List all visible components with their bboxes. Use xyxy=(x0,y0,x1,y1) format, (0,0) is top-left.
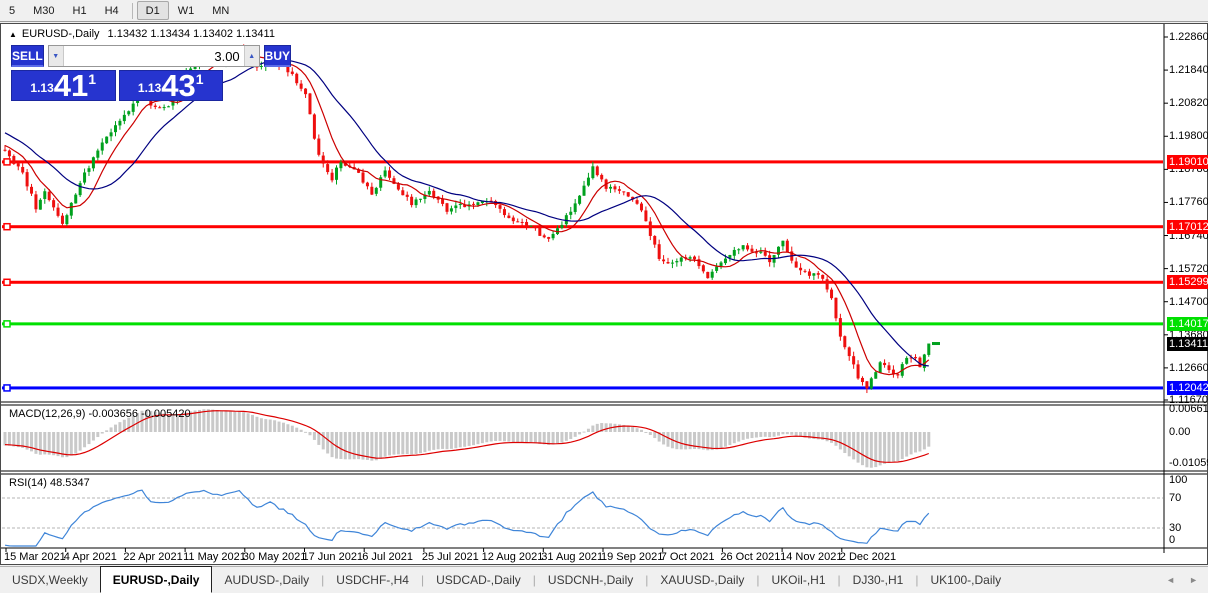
rsi-value: 48.5347 xyxy=(49,477,90,489)
one-click-trading-panel: SELL ▼ ▲ BUY 1.13411 1.13431 xyxy=(11,45,292,103)
timeframe-button-5[interactable]: 5 xyxy=(0,1,24,21)
volume-increase-button[interactable]: ▲ xyxy=(243,46,259,66)
date-axis-label: 11 May 2021 xyxy=(183,551,246,563)
buy-price-big: 43 xyxy=(161,68,196,103)
down-arrow-icon: ▼ xyxy=(52,52,60,60)
chart-title: EURUSD-,Daily xyxy=(21,28,100,40)
chart-tab[interactable]: UK100-,Daily xyxy=(918,569,1013,591)
volume-spinner: ▼ ▲ xyxy=(47,45,260,67)
current-price-tag: 1.13411 xyxy=(1167,336,1208,351)
macd-axis-label: 0.006611 xyxy=(1169,403,1208,415)
price-axis: 1.22860 1.21840 1.20820 1.19800 1.18780 1.177… xyxy=(1167,24,1208,565)
up-arrow-icon: ▲ xyxy=(248,52,256,60)
price-axis-label: 1.15720 xyxy=(1169,262,1208,275)
date-axis-label: 19 Sep 2021 xyxy=(601,551,664,563)
volume-input[interactable] xyxy=(63,46,244,66)
macd-values: -0.003656 -0.005420 xyxy=(88,408,191,420)
chart-tab[interactable]: USDCHF-,H4 xyxy=(324,569,421,591)
chart-tab[interactable]: UKOil-,H1 xyxy=(760,569,838,591)
sell-price-prefix: 1.13 xyxy=(30,81,54,95)
date-axis-label: 17 Jun 2021 xyxy=(302,551,364,563)
date-axis-label: 4 Apr 2021 xyxy=(63,551,117,563)
chart-tab[interactable]: USDX,Weekly xyxy=(0,569,100,591)
macd-axis-label: 0.00 xyxy=(1169,426,1191,438)
price-axis-label: 1.14700 xyxy=(1169,295,1208,308)
date-axis-label: 26 Oct 2021 xyxy=(720,551,781,563)
date-axis-label: 12 Aug 2021 xyxy=(481,551,544,563)
sell-price-big: 41 xyxy=(53,68,89,103)
timeframe-button-h4[interactable]: H4 xyxy=(96,1,128,21)
timeframe-button-mn[interactable]: MN xyxy=(203,1,238,21)
price-line-tag: 1.19010 xyxy=(1167,154,1208,169)
sell-button[interactable]: SELL xyxy=(11,45,44,67)
tab-scroll-right-icon[interactable]: ► xyxy=(1189,575,1198,585)
date-axis-label: 30 May 2021 xyxy=(242,551,307,563)
chart-tab[interactable]: USDCNH-,Daily xyxy=(536,569,645,591)
date-axis-label: 14 Nov 2021 xyxy=(780,551,843,563)
date-axis-label: 25 Jul 2021 xyxy=(421,551,479,563)
buy-price-box[interactable]: 1.13 43 1 xyxy=(118,68,223,103)
price-line-tag: 1.14017 xyxy=(1167,316,1208,331)
chart-ohlc-header: ▲ EURUSD-,Daily 1.13432 1.13434 1.13402 1.… xyxy=(9,28,275,40)
chart-tab[interactable]: XAUUSD-,Daily xyxy=(648,569,756,591)
timeframe-button-h1[interactable]: H1 xyxy=(64,1,96,21)
price-line-tag: 1.17012 xyxy=(1167,219,1208,234)
toolbar-separator xyxy=(131,2,133,19)
date-axis-label: 2 Dec 2021 xyxy=(839,551,897,563)
rsi-axis-label: 30 xyxy=(1169,522,1182,534)
date-axis-label: 7 Oct 2021 xyxy=(660,551,715,563)
macd-axis-label: -0.010595 xyxy=(1169,457,1208,469)
rsi-axis-label: 100 xyxy=(1169,474,1188,486)
rsi-indicator-label: RSI(14) 48.5347 xyxy=(9,477,90,489)
buy-button[interactable]: BUY xyxy=(263,45,292,67)
macd-indicator-label: MACD(12,26,9) -0.003656 -0.005420 xyxy=(9,408,191,420)
price-line-tag: 1.12042 xyxy=(1167,380,1208,395)
chart-tab[interactable]: USDCAD-,Daily xyxy=(424,569,533,591)
chart-tab-bar: USDX,Weekly EURUSD-,Daily AUDUSD-,Daily | US… xyxy=(0,566,1208,593)
price-axis-label: 1.22860 xyxy=(1169,31,1208,43)
timeframe-button-d1[interactable]: D1 xyxy=(136,1,169,20)
tab-scroll-left-icon[interactable]: ◄ xyxy=(1166,575,1175,585)
chart-quotes: 1.13432 1.13434 1.13402 1.13411 xyxy=(107,28,275,40)
date-axis-label: 15 Mar 2021 xyxy=(4,551,66,563)
timeframe-toolbar: 5 M30 H1 H4 D1 W1 MN xyxy=(0,0,1208,22)
chart-window: ▲ EURUSD-,Daily 1.13432 1.13434 1.13402 1.… xyxy=(0,23,1208,565)
price-axis-label: 1.21840 xyxy=(1169,64,1208,77)
price-axis-label: 1.12660 xyxy=(1169,361,1208,374)
timeframe-button-w1[interactable]: W1 xyxy=(169,1,204,21)
rsi-axis-label: 0 xyxy=(1169,534,1176,546)
volume-decrease-button[interactable]: ▼ xyxy=(48,46,64,66)
date-axis: 15 Mar 2021 4 Apr 2021 22 Apr 2021 11 May 2… xyxy=(1,24,1166,565)
chart-tab[interactable]: EURUSD-,Daily xyxy=(99,566,213,593)
rsi-axis-label: 70 xyxy=(1169,492,1182,504)
date-axis-label: 31 Aug 2021 xyxy=(541,551,604,563)
timeframe-button-m30[interactable]: M30 xyxy=(24,1,63,21)
date-axis-label: 22 Apr 2021 xyxy=(123,551,183,563)
collapse-panel-icon[interactable]: ▲ xyxy=(9,30,17,39)
tab-scroll-nav: ◄ ► xyxy=(1166,575,1208,585)
buy-price-prefix: 1.13 xyxy=(137,81,162,95)
chart-tab[interactable]: AUDUSD-,Daily xyxy=(212,569,321,591)
price-axis-label: 1.17760 xyxy=(1169,196,1208,209)
date-axis-label: 6 Jul 2021 xyxy=(362,551,413,563)
chart-tab[interactable]: DJ30-,H1 xyxy=(841,569,916,591)
sell-price-sup: 1 xyxy=(88,71,97,87)
price-line-tag: 1.15299 xyxy=(1167,275,1208,290)
buy-price-sup: 1 xyxy=(195,71,204,87)
price-axis-label: 1.19800 xyxy=(1169,130,1208,143)
price-axis-label: 1.20820 xyxy=(1169,97,1208,110)
sell-price-box[interactable]: 1.13 41 1 xyxy=(11,70,116,101)
